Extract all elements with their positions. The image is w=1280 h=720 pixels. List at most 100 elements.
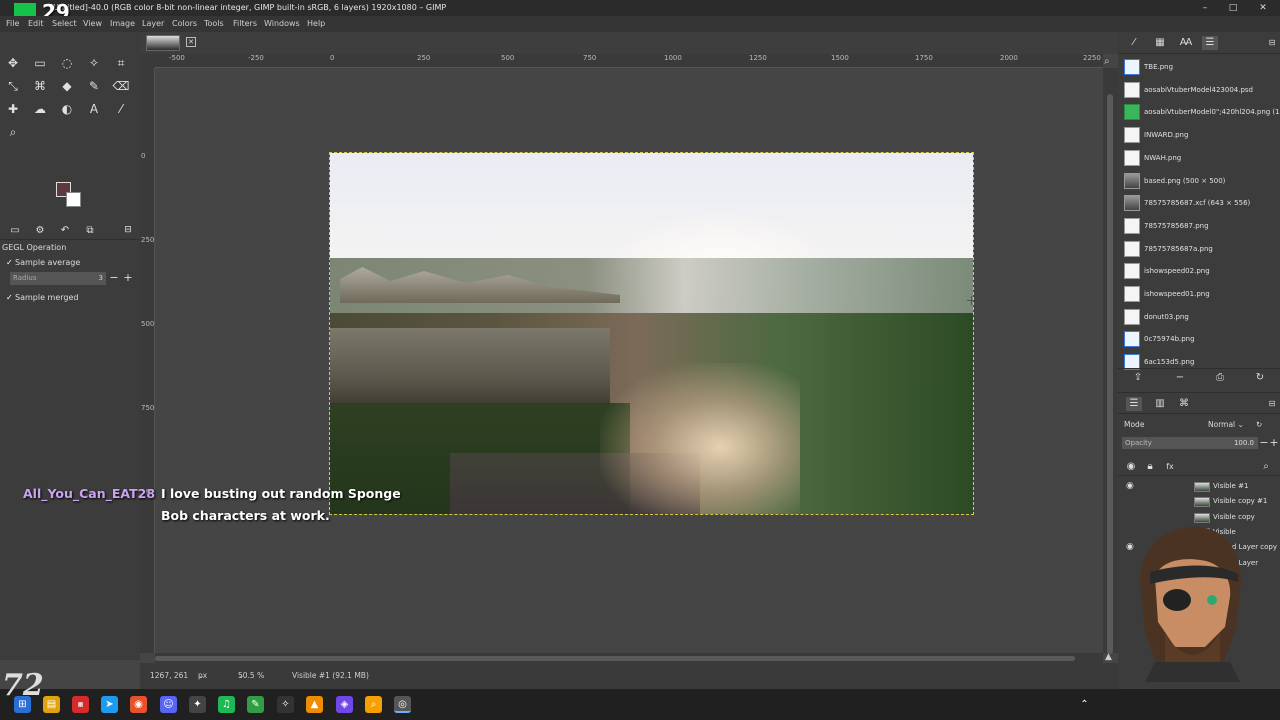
device-status-tab-icon[interactable]: ⚙ [30,220,50,240]
patterns-tab-icon[interactable]: ▦ [1152,36,1168,50]
zoom-search-icon[interactable]: ⌕ [1104,56,1110,67]
menu-help[interactable]: Help [307,16,325,32]
refresh-icon[interactable]: ↻ [1252,371,1268,385]
rect-select-tool-icon[interactable]: ▭ [30,53,50,73]
lasso-tool-icon[interactable]: ◌ [57,53,77,73]
images-tab-icon[interactable]: ⧉ [80,220,100,240]
image-list-item[interactable]: TBE.png [1118,56,1280,78]
dodge-tool-icon[interactable]: ◐ [57,99,77,119]
images-tab-icon[interactable]: ☰ [1202,36,1218,50]
bucket-fill-tool-icon[interactable]: ◆ [57,76,77,96]
layer-search-icon[interactable]: ⌕ [1258,460,1274,474]
vertical-ruler[interactable]: 0 250 500 750 1000 [140,68,155,653]
zoom-select[interactable]: 50.5 % ⌄ [238,663,264,689]
opacity-increment-button[interactable]: + [1268,437,1280,450]
image-list-item[interactable]: ishowspeed01.png [1118,283,1280,305]
sample-merged-checkbox[interactable]: ✓ Sample merged [6,293,78,302]
editor-icon[interactable]: ◈ [336,696,353,713]
image-list-item[interactable]: 78575785687.png [1118,215,1280,237]
image-list-item[interactable]: INWARD.png [1118,124,1280,146]
fonts-tab-icon[interactable]: Ꜳ [1178,36,1194,50]
fuzzy-select-tool-icon[interactable]: ✧ [84,53,104,73]
menu-view[interactable]: View [83,16,102,32]
horizontal-ruler[interactable]: -500 -250 0 250 500 750 1000 1250 1500 1… [155,54,1103,68]
scale-tool-icon[interactable]: ⤡ [3,76,23,96]
image-list-item[interactable]: ishowspeed02.png [1118,260,1280,282]
image-canvas[interactable] [329,152,974,515]
color-picker-tool-icon[interactable]: ⁄ [111,99,131,119]
horizontal-scrollbar[interactable] [155,653,1103,663]
firefox-icon[interactable]: ◉ [130,696,147,713]
spotify-icon[interactable]: ♫ [218,696,235,713]
vlc-icon[interactable]: ▲ [306,696,323,713]
menu-windows[interactable]: Windows [264,16,300,32]
crop-tool-icon[interactable]: ⌗ [111,53,131,73]
app-icon[interactable]: ▦ [72,696,89,713]
radius-decrement-button[interactable]: − [108,272,120,285]
image-list-item[interactable]: 0c75974b.png [1118,328,1280,350]
text-tool-icon[interactable]: A [84,99,104,119]
paintbrush-tool-icon[interactable]: ✎ [84,76,104,96]
sample-average-checkbox[interactable]: ✓ Sample average [6,258,80,267]
layer-row[interactable]: Visible copy #1 [1118,494,1280,509]
warp-tool-icon[interactable]: ⌘ [30,76,50,96]
panel-menu-icon[interactable]: ⊟ [118,220,138,240]
paths-tab-icon[interactable]: ⌘ [1176,397,1192,411]
fx-icon[interactable]: fx [1162,460,1178,474]
close-image-tab-icon[interactable]: ✕ [186,37,196,47]
raise-view-icon[interactable]: ⇪ [1130,371,1146,385]
spark-icon[interactable]: ✧ [277,696,294,713]
discord-icon[interactable]: ☺ [160,696,177,713]
new-view-icon[interactable]: − [1172,371,1188,385]
image-list-item[interactable]: donut03.png [1118,306,1280,328]
search-app-icon[interactable]: ⌕ [365,696,382,713]
menu-edit[interactable]: Edit [28,16,44,32]
tool-icon[interactable]: ✦ [189,696,206,713]
menu-image[interactable]: Image [110,16,135,32]
image-list-item[interactable]: 78575785687.xcf (643 × 556) [1118,192,1280,214]
maximize-button[interactable]: □ [1218,0,1248,16]
mode-reset-icon[interactable]: ↻ [1256,416,1262,434]
image-list-item[interactable]: aosabiVtuberModel0";420hl204.png (1 [1118,101,1280,123]
menu-select[interactable]: Select [52,16,77,32]
minimize-button[interactable]: – [1190,0,1220,16]
layers-tab-icon[interactable]: ☰ [1126,397,1142,411]
menu-file[interactable]: File [6,16,19,32]
brushes-tab-icon[interactable]: ⁄ [1126,36,1142,50]
dock-menu-icon[interactable]: ⊟ [1264,36,1280,50]
gimp-taskbar-icon[interactable]: ◎ [394,696,411,713]
close-window-button[interactable]: ✕ [1248,0,1278,16]
vertical-scrollbar[interactable] [1103,68,1118,654]
telegram-icon[interactable]: ➤ [101,696,118,713]
menu-filters[interactable]: Filters [233,16,257,32]
lock-icon[interactable]: 🔒︎ [1142,460,1158,474]
tray-chevron-icon[interactable]: ⌃ [1076,696,1093,713]
layers-menu-icon[interactable]: ⊟ [1264,397,1280,411]
menu-tools[interactable]: Tools [204,16,224,32]
image-list-item[interactable]: 78575785687a.png [1118,238,1280,260]
smudge-tool-icon[interactable]: ☁ [30,99,50,119]
eraser-tool-icon[interactable]: ⌫ [111,76,131,96]
background-color-swatch[interactable] [66,192,81,207]
undo-history-tab-icon[interactable]: ↶ [55,220,75,240]
horizontal-scroll-thumb[interactable] [155,656,1075,661]
tool-options-tab-icon[interactable]: ▭ [5,220,25,240]
image-list-item[interactable]: NWAH.png [1118,147,1280,169]
zoom-tool-icon[interactable]: ⌕ [3,122,23,142]
new-image-icon[interactable]: ⎙ [1212,371,1228,385]
canvas-viewport[interactable] [155,68,1103,653]
layer-visibility-eye-icon[interactable]: ◉ [1126,479,1134,494]
image-list-item[interactable]: aosabiVtuberModel423004.psd [1118,79,1280,101]
menu-layer[interactable]: Layer [142,16,164,32]
image-tab-thumbnail[interactable] [146,35,180,51]
move-tool-icon[interactable]: ✥ [3,53,23,73]
mode-select[interactable]: Normal ⌄ [1208,416,1244,434]
image-list-item[interactable]: based.png (500 × 500) [1118,170,1280,192]
radius-increment-button[interactable]: + [122,272,134,285]
channels-tab-icon[interactable]: ▥ [1152,397,1168,411]
radius-spinner[interactable]: Radius 3 [10,272,106,285]
layer-row[interactable]: ◉ Visible #1 [1118,479,1280,494]
menu-colors[interactable]: Colors [172,16,197,32]
heal-tool-icon[interactable]: ✚ [3,99,23,119]
vertical-scroll-thumb[interactable] [1107,94,1113,654]
